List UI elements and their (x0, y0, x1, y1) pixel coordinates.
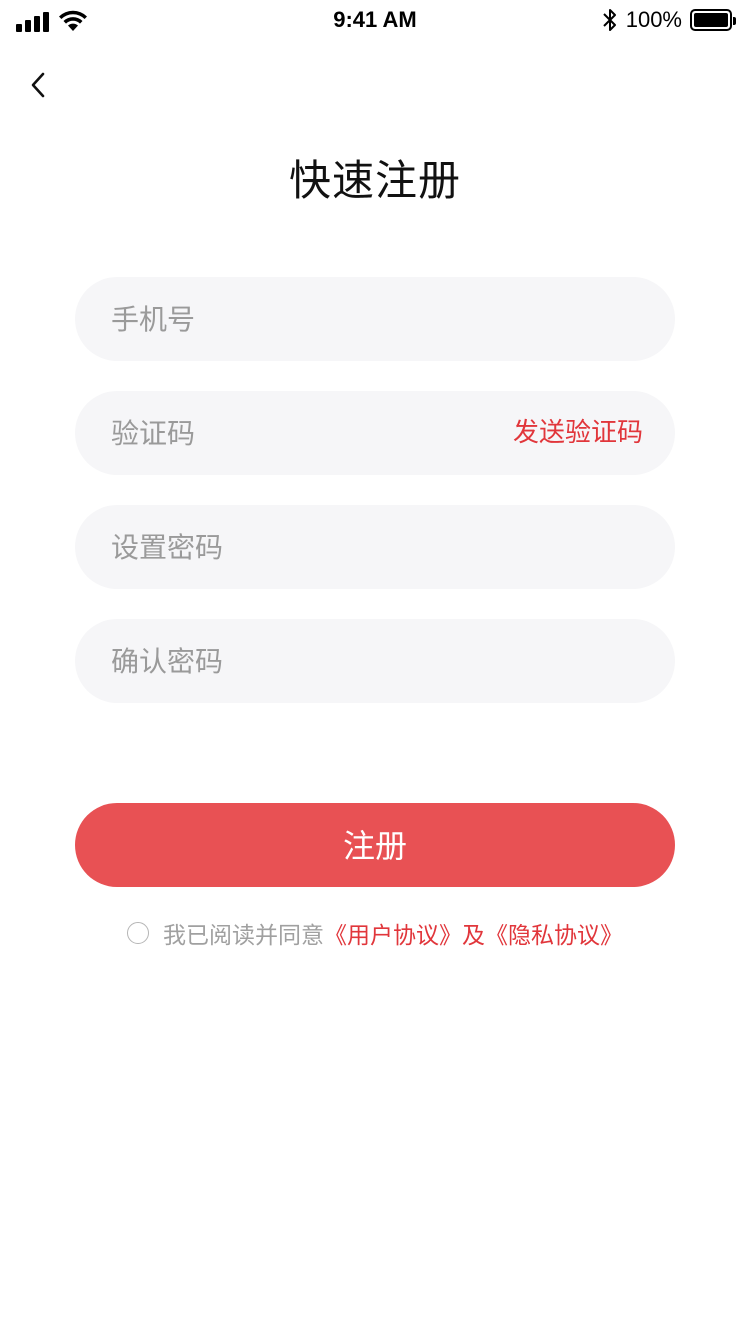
agreement-prefix: 我已阅读并同意 (163, 923, 324, 949)
verification-code-field: 发送验证码 (75, 391, 675, 475)
chevron-left-icon (31, 72, 45, 98)
status-bar: 9:41 AM 100% (0, 0, 750, 40)
agreement-row: 我已阅读并同意 《用户协议》 及 《隐私协议》 (0, 916, 750, 950)
agree-checkbox[interactable] (127, 922, 149, 944)
privacy-policy-link[interactable]: 《隐私协议》 (485, 916, 623, 950)
confirm-password-input[interactable] (111, 619, 491, 703)
verification-code-input[interactable] (111, 391, 491, 475)
status-right: 100% (602, 7, 736, 33)
password-field (75, 505, 675, 589)
phone-input[interactable] (111, 277, 491, 361)
battery-percent: 100% (625, 7, 682, 32)
battery-icon (690, 9, 736, 31)
password-input[interactable] (111, 505, 491, 589)
phone-field (75, 277, 675, 361)
page-title: 快速注册 (288, 156, 461, 205)
register-screen: 9:41 AM 100% 快速注册 发送验证码 (0, 0, 750, 1334)
register-button[interactable]: 注册 (75, 803, 675, 887)
send-code-button[interactable]: 发送验证码 (513, 391, 643, 475)
confirm-password-field (75, 619, 675, 703)
agreement-and: 及 (462, 923, 485, 949)
bluetooth-icon (603, 9, 616, 31)
user-agreement-link[interactable]: 《用户协议》 (324, 916, 462, 950)
back-button[interactable] (18, 62, 58, 108)
